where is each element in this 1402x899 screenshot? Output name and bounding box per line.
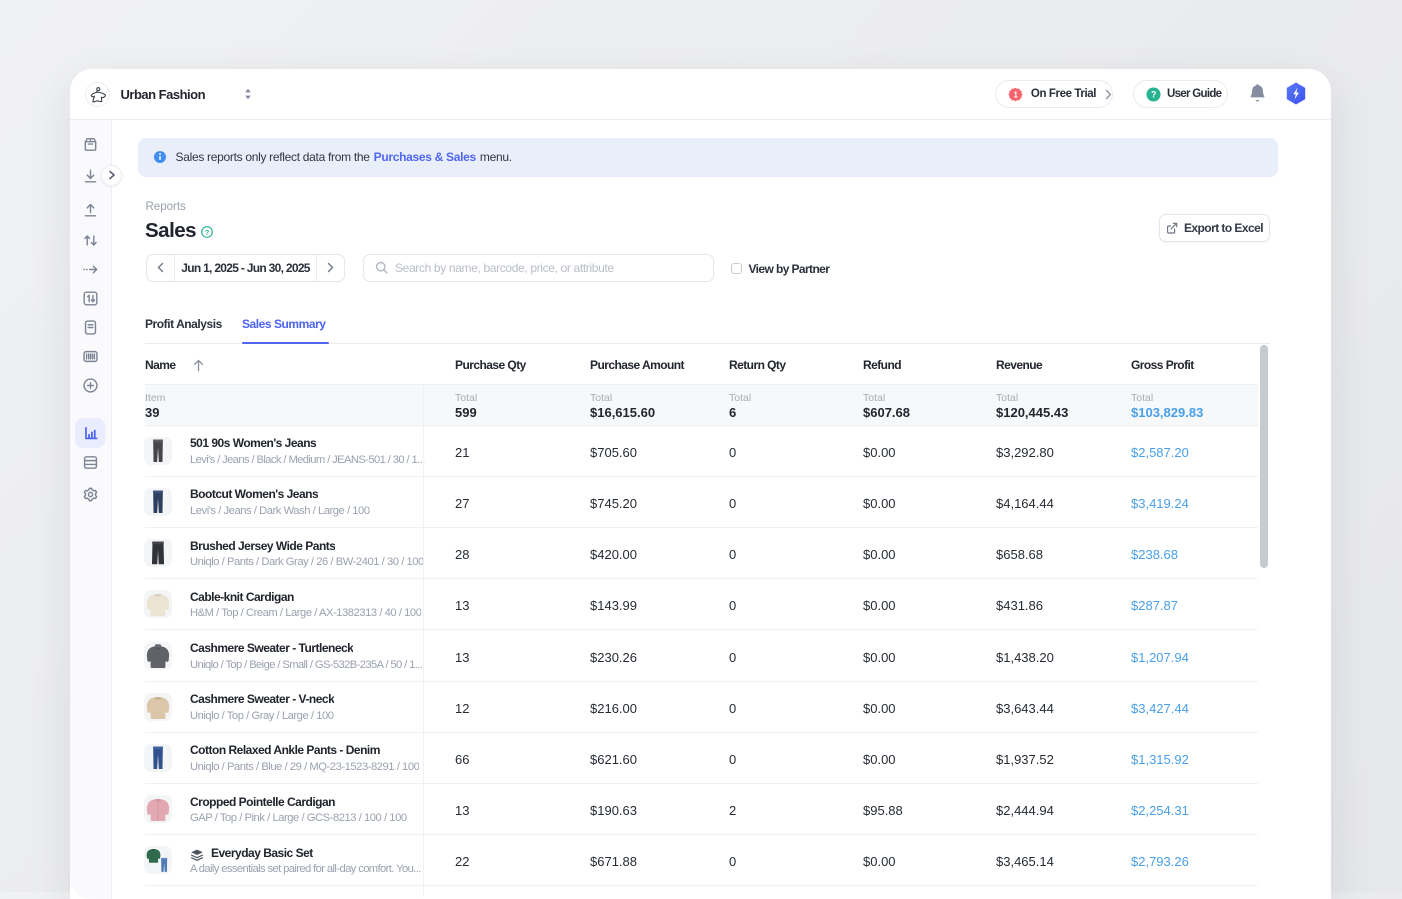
svg-text:?: ?	[204, 228, 209, 237]
svg-text:?: ?	[1151, 89, 1156, 99]
